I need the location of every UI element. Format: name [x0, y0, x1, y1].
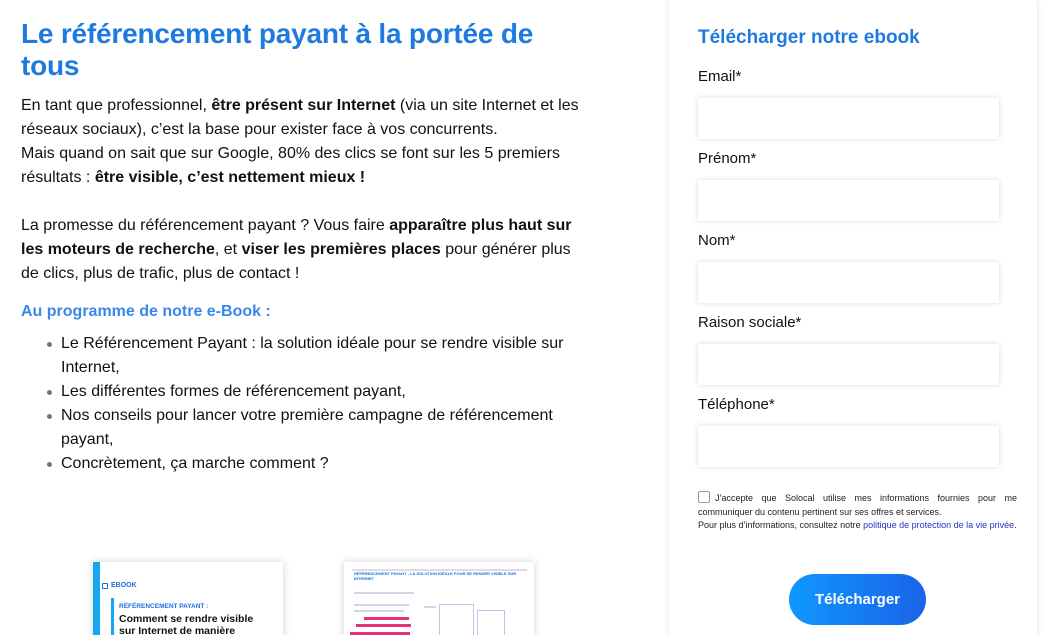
consent-checkbox[interactable]: [698, 491, 710, 503]
ebook-tag: EBOOK: [111, 582, 137, 589]
ebook-page-preview-image: RÉFÉRENCEMENT PAYANT - LA SOLUTION IDÉAL…: [344, 562, 534, 635]
diagram-box: [439, 604, 474, 635]
ebook-cover-image: EBOOK RÉFÉRENCEMENT PAYANT : Comment se …: [93, 562, 283, 635]
prenom-label: Prénom*: [698, 150, 757, 167]
email-field[interactable]: [698, 98, 999, 139]
download-button[interactable]: Télécharger: [789, 574, 926, 625]
privacy-text: Pour plus d’informations, consultez notr…: [698, 520, 864, 530]
email-label: Email*: [698, 68, 742, 85]
list-item: Nos conseils pour lancer votre première …: [47, 404, 591, 452]
list-item: Le Référencement Payant : la solution id…: [47, 332, 591, 380]
program-heading: Au programme de notre e-Book :: [21, 303, 271, 320]
telephone-label: Téléphone*: [698, 396, 775, 413]
consent-block: J’accepte que Solocal utilise mes inform…: [698, 491, 1017, 533]
text-line: [354, 592, 414, 594]
highlight-line: [356, 624, 411, 627]
consent-text: J’accepte que Solocal utilise mes inform…: [698, 493, 1017, 517]
nom-label: Nom*: [698, 232, 736, 249]
text-line: [354, 610, 404, 612]
text-line: [424, 606, 436, 608]
ebook-icon: [102, 583, 108, 589]
ebook-kicker: RÉFÉRENCEMENT PAYANT :: [119, 603, 209, 610]
program-list: Le Référencement Payant : la solution id…: [21, 332, 591, 476]
intro-text: En tant que professionnel,: [21, 97, 212, 114]
diagram-box: [477, 610, 505, 635]
privacy-text-end: .: [1014, 520, 1017, 530]
privacy-policy-link[interactable]: politique de protection de la vie privée: [863, 520, 1014, 530]
promise-paragraph: La promesse du référencement payant ? Vo…: [21, 214, 591, 286]
cover-accent-bar: [93, 562, 100, 635]
intro-bold: être présent sur Internet: [211, 97, 396, 114]
ebook-cover-heading: Comment se rendre visible sur Internet d…: [119, 613, 254, 635]
promise-text: La promesse du référencement payant ? Vo…: [21, 217, 390, 234]
raison-sociale-label: Raison sociale*: [698, 314, 802, 331]
list-item: Concrètement, ça marche comment ?: [47, 452, 591, 476]
telephone-field[interactable]: [698, 426, 999, 467]
raison-sociale-field[interactable]: [698, 344, 999, 385]
page-title: Le référencement payant à la portée de t…: [21, 18, 534, 81]
cover-accent-bar-2: [111, 598, 114, 635]
main-content: Le référencement payant à la portée de t…: [21, 18, 591, 476]
promise-text-2: , et: [214, 241, 242, 258]
download-form-panel: Télécharger notre ebook Email* Prénom* N…: [669, 0, 1037, 635]
nom-field[interactable]: [698, 262, 999, 303]
promise-bold-2: viser les premières places: [241, 241, 441, 258]
page-kicker: RÉFÉRENCEMENT PAYANT - LA SOLUTION IDÉAL…: [354, 571, 517, 581]
list-item: Les différentes formes de référencement …: [47, 380, 591, 404]
form-title: Télécharger notre ebook: [698, 27, 920, 48]
intro-paragraph: En tant que professionnel, être présent …: [21, 94, 591, 190]
highlight-line: [364, 617, 409, 620]
prenom-field[interactable]: [698, 180, 999, 221]
intro-bold-2: être visible, c’est nettement mieux !: [94, 169, 366, 186]
text-line: [354, 604, 409, 606]
